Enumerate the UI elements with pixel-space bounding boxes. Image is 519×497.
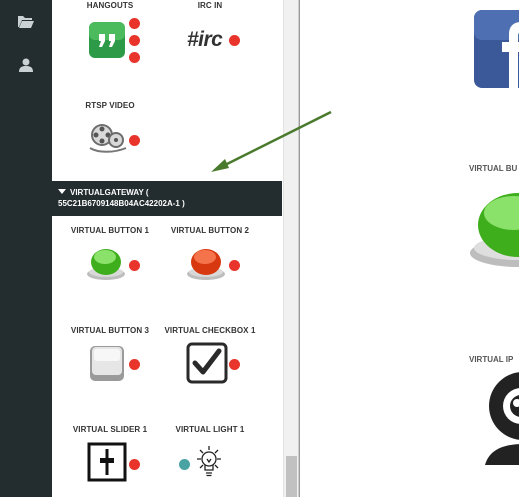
film-reel-icon[interactable] [88,120,128,154]
folder-open-icon[interactable] [17,14,35,30]
user-icon[interactable] [17,57,35,73]
status-dot [129,359,140,370]
status-dot [129,35,140,46]
slider-icon[interactable] [87,442,127,482]
gateway-id: 55C21B6709148B04AC42202A-1 ) [58,199,185,208]
status-dot [129,18,140,29]
status-dot [229,260,240,271]
annotation-arrow [211,110,332,172]
hangouts-icon[interactable] [88,21,126,59]
widget-label-virtual-button-3: VIRTUAL BUTTON 3 [70,326,150,335]
canvas-label-virtual-button: VIRTUAL BU [469,164,518,173]
widget-label-virtual-light-1: VIRTUAL LIGHT 1 [175,425,245,434]
green-button-large-icon[interactable] [468,185,519,270]
green-button-icon[interactable] [85,244,127,282]
irc-icon[interactable]: #irc [187,28,223,52]
webcam-icon[interactable] [483,372,519,465]
status-dot [129,135,140,146]
status-dot [179,459,190,470]
status-dot [129,459,140,470]
red-button-icon[interactable] [185,244,227,282]
widget-label-rtsp-video: RTSP VIDEO [85,101,135,110]
panel-divider [299,0,300,497]
widget-label-irc-in: IRC IN [197,1,223,10]
caret-down-icon [58,189,66,194]
widget-label-virtual-slider-1: VIRTUAL SLIDER 1 [72,425,148,434]
status-dot [129,52,140,63]
gateway-header[interactable]: VIRTUALGATEWAY ( 55C21B6709148B04AC42202… [52,181,282,216]
gateway-name: VIRTUALGATEWAY ( [70,188,149,197]
status-dot [229,359,240,370]
status-dot [129,260,140,271]
scrollbar-thumb[interactable] [286,456,297,497]
widget-label-virtual-checkbox-1: VIRTUAL CHECKBOX 1 [164,326,256,335]
widget-label-virtual-button-1: VIRTUAL BUTTON 1 [70,226,150,235]
left-nav-rail [0,0,52,497]
light-bulb-icon[interactable] [191,443,227,483]
palette-scrollbar[interactable] [283,0,299,497]
widget-label-hangouts: HANGOUTS [86,1,134,10]
grey-key-button-icon[interactable] [88,343,126,383]
canvas-label-virtual-ip: VIRTUAL IP [469,355,514,364]
widget-label-virtual-button-2: VIRTUAL BUTTON 2 [170,226,250,235]
facebook-icon[interactable] [474,10,519,88]
checkbox-icon[interactable] [186,342,228,384]
status-dot [229,35,240,46]
